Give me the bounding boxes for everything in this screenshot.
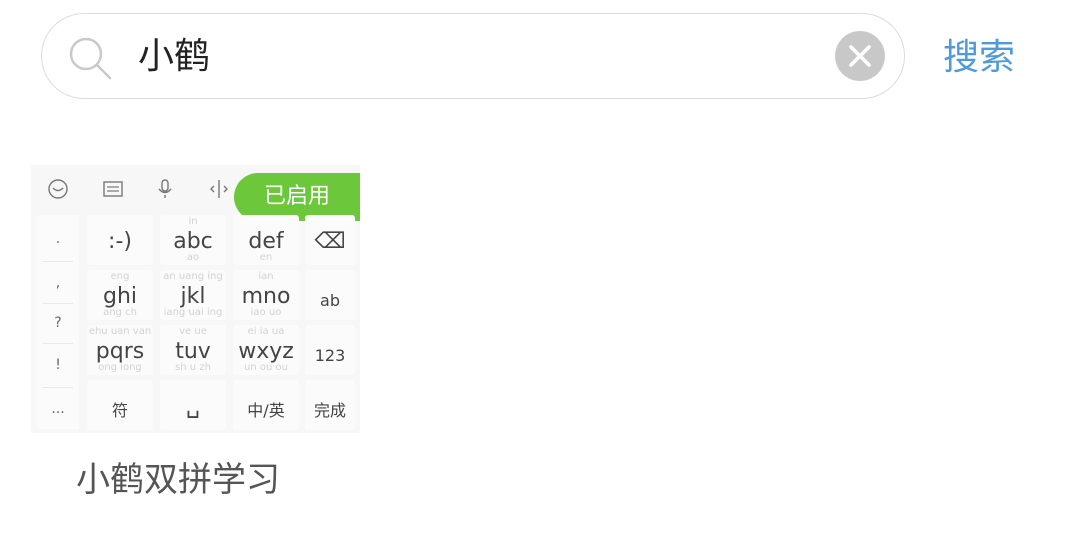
backspace-key: ⌫ <box>305 215 355 265</box>
punct-key: ? <box>54 315 62 331</box>
search-bar[interactable]: 小鹤 <box>41 13 905 99</box>
keyboard-key: ve ue tuv sh u zh <box>160 325 226 375</box>
keyboard-key: an uang ing jkl iang uai ing <box>160 270 226 320</box>
app-title[interactable]: 小鹤双拼学习 <box>76 457 280 503</box>
divider <box>43 387 73 388</box>
number-switch-key: 123 <box>305 325 355 375</box>
divider <box>43 303 73 304</box>
done-key: 完成 <box>305 380 355 430</box>
search-icon <box>69 37 112 80</box>
clear-button[interactable] <box>835 31 885 81</box>
keyboard-key: ei ia ua wxyz un ou ou <box>233 325 299 375</box>
search-button[interactable]: 搜索 <box>943 36 1015 80</box>
keyboard-icon <box>103 181 123 197</box>
close-icon <box>849 45 871 67</box>
punct-key: . <box>55 231 61 247</box>
keyboard-key: :-) <box>87 215 153 265</box>
keyboard-key: in abc ao <box>160 215 226 265</box>
punct-key: , <box>55 275 61 291</box>
keyboard-key: ehu uan van pqrs ong iong <box>87 325 153 375</box>
keyboard-key: ian mno iao uo <box>233 270 299 320</box>
keyboard-preview-card[interactable]: 已启用 . , ? ! ... :-) in abc ao def en ⌫ e… <box>31 165 360 433</box>
search-input[interactable]: 小鹤 <box>138 34 210 80</box>
symbol-key: 符 <box>87 380 153 430</box>
microphone-icon <box>158 179 172 198</box>
enabled-badge: 已启用 <box>234 173 360 221</box>
punct-key: ! <box>55 357 61 373</box>
space-key: ␣ <box>160 380 226 430</box>
divider <box>43 261 73 262</box>
cursor-icon <box>210 180 228 198</box>
punct-key: ... <box>51 401 65 417</box>
emoji-icon <box>48 179 68 199</box>
punctuation-column: . , ? ! ... <box>37 215 79 429</box>
keyboard-key: def en <box>233 215 299 265</box>
abc-switch-key: ab <box>305 270 355 320</box>
language-switch-key: 中/英 <box>233 380 299 430</box>
divider <box>43 343 73 344</box>
keyboard-key: eng ghi ang ch <box>87 270 153 320</box>
